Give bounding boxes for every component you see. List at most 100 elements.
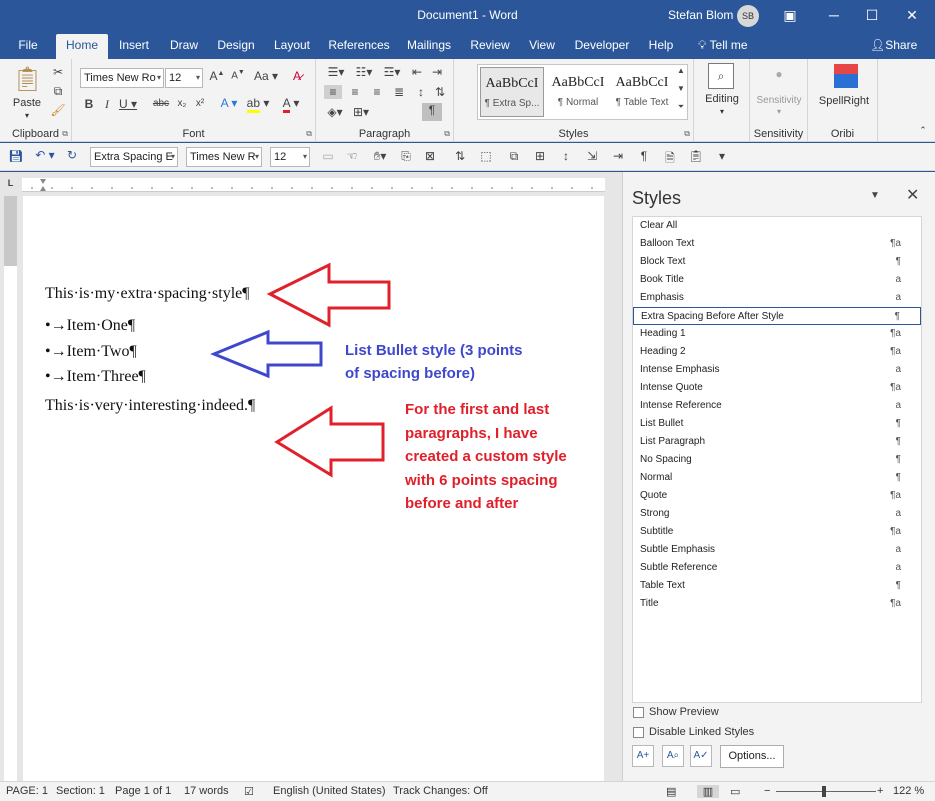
list-item[interactable]: •→Item·One¶: [45, 317, 135, 335]
show-preview-checkbox[interactable]: [633, 707, 644, 718]
shading-icon[interactable]: ◈▾: [324, 105, 346, 119]
paragraph-interesting[interactable]: This·is·very·interesting·indeed.¶: [45, 397, 255, 415]
style-list-item[interactable]: Extra Spacing Before After Style ¶: [633, 307, 921, 325]
spellright-button[interactable]: SpellRight: [808, 95, 880, 107]
change-case-icon[interactable]: Aa ▾: [252, 69, 280, 83]
style-list-item[interactable]: Emphasis a: [633, 289, 921, 307]
pane-options-icon[interactable]: ▼: [870, 190, 880, 201]
search-icon[interactable]: ⌕: [708, 63, 734, 89]
subscript-icon[interactable]: x₂: [174, 98, 190, 109]
style-list-item[interactable]: Normal ¶: [633, 469, 921, 487]
frame-icon[interactable]: ⬚: [478, 149, 494, 163]
close-button[interactable]: ✕: [890, 0, 934, 30]
tab-file[interactable]: File: [12, 36, 44, 59]
wrap-icon[interactable]: ⊠: [422, 149, 438, 163]
justify-icon[interactable]: ≣: [390, 85, 408, 99]
web-layout-icon[interactable]: ▭: [730, 785, 740, 798]
tab-help[interactable]: Help: [643, 36, 679, 59]
style-list-item[interactable]: Intense Quote ¶a: [633, 379, 921, 397]
style-list-item[interactable]: Quote ¶a: [633, 487, 921, 505]
zoom-slider[interactable]: [776, 791, 876, 792]
gallery-down-icon[interactable]: ▼: [675, 84, 687, 93]
touch-mode-icon[interactable]: ☜: [344, 149, 360, 163]
bullets-icon[interactable]: ☰▾: [324, 65, 348, 79]
style-list-item[interactable]: Intense Emphasis a: [633, 361, 921, 379]
style-list-item[interactable]: Book Title a: [633, 271, 921, 289]
page-icon[interactable]: ▭: [320, 149, 336, 163]
zoom-in-icon[interactable]: +: [877, 785, 883, 797]
underline-icon[interactable]: U ▾: [118, 97, 138, 111]
editing-button[interactable]: Editing: [696, 93, 748, 105]
copy-format-icon[interactable]: ⧉: [506, 149, 522, 164]
paragraph-launcher-icon[interactable]: ⧉: [444, 129, 450, 139]
tab-home[interactable]: Home: [56, 34, 108, 59]
zoom-level[interactable]: 122 %: [893, 785, 924, 797]
sort-icon[interactable]: ⇅: [452, 149, 468, 163]
new-style-icon[interactable]: A+: [632, 745, 654, 767]
share-button[interactable]: 👤︎Share: [870, 38, 917, 52]
list-item[interactable]: •→Item·Three¶: [45, 368, 146, 386]
shrink-font-icon[interactable]: A▼: [228, 69, 248, 81]
sensitivity-button[interactable]: Sensitivity: [750, 95, 808, 106]
customize-qat-icon[interactable]: ▾: [714, 149, 730, 163]
style-list-item[interactable]: Balloon Text ¶a: [633, 235, 921, 253]
grow-font-icon[interactable]: A▲: [207, 69, 227, 83]
format-painter-icon[interactable]: 🖌︎: [50, 103, 66, 117]
line-spacing-icon[interactable]: ↕: [412, 85, 430, 99]
horizontal-ruler[interactable]: [22, 178, 605, 192]
save-icon[interactable]: 💾︎: [8, 149, 24, 163]
paste-icon[interactable]: 📋︎: [688, 149, 704, 163]
numbering-icon[interactable]: ☷▾: [352, 65, 376, 79]
qat-font-combo[interactable]: Times New R ▾: [186, 147, 262, 167]
align-left-icon[interactable]: ≡: [324, 85, 342, 99]
tab-developer[interactable]: Developer: [571, 36, 633, 59]
status-page-of[interactable]: Page 1 of 1: [115, 785, 171, 797]
user-name[interactable]: Stefan Blom: [668, 8, 733, 22]
maximize-button[interactable]: ☐: [850, 0, 894, 30]
undo-icon[interactable]: ↶ ▾: [32, 148, 58, 162]
focus-mode-icon[interactable]: ▤: [666, 785, 676, 798]
status-section[interactable]: Section: 1: [56, 785, 105, 797]
chevron-down-icon[interactable]: ▾: [196, 69, 200, 87]
status-track-changes[interactable]: Track Changes: Off: [393, 785, 488, 797]
clip-icon[interactable]: ⎘: [398, 149, 414, 164]
grid-icon[interactable]: ⊞: [532, 149, 548, 163]
qat-style-combo[interactable]: Extra Spacing E ▾: [90, 147, 178, 167]
tab-insert[interactable]: Insert: [113, 36, 155, 59]
style-gallery-item[interactable]: AaBbCcI ¶ Extra Sp...: [480, 67, 544, 117]
document-page[interactable]: This·is·my·extra·spacing·style¶ •→Item·O…: [23, 196, 604, 781]
borders-icon[interactable]: ⊞▾: [350, 105, 372, 119]
align-center-icon[interactable]: ≡: [346, 85, 364, 99]
vertical-ruler[interactable]: [4, 196, 17, 781]
superscript-icon[interactable]: x²: [192, 98, 208, 109]
gallery-more-icon[interactable]: ⏷: [675, 102, 687, 112]
pointer-icon[interactable]: ✋︎▾: [368, 149, 392, 164]
font-launcher-icon[interactable]: ⧉: [306, 129, 312, 139]
pilcrow-icon[interactable]: ¶: [636, 149, 652, 163]
chevron-down-icon[interactable]: ▾: [157, 69, 161, 87]
status-language[interactable]: English (United States): [273, 785, 386, 797]
zoom-slider-thumb[interactable]: [822, 786, 826, 797]
document-icon[interactable]: 🗎︎: [662, 149, 678, 170]
style-gallery-item[interactable]: AaBbCcI ¶ Normal: [546, 67, 610, 117]
style-list-item[interactable]: List Bullet ¶: [633, 415, 921, 433]
show-formatting-icon[interactable]: ¶: [422, 103, 442, 121]
collapse-ribbon-icon[interactable]: ⌃: [916, 125, 930, 136]
chevron-down-icon[interactable]: ▾: [303, 148, 307, 166]
style-list-item[interactable]: Block Text ¶: [633, 253, 921, 271]
style-list[interactable]: Clear All Balloon Text ¶a Block Text ¶ Book T…: [632, 216, 922, 703]
zoom-out-icon[interactable]: −: [764, 785, 770, 797]
style-list-item[interactable]: List Paragraph ¶: [633, 433, 921, 451]
increase-indent-icon[interactable]: ⇥: [428, 65, 446, 79]
chevron-down-icon[interactable]: ▾: [696, 107, 748, 116]
strikethrough-icon[interactable]: abc: [150, 98, 172, 109]
tab-review[interactable]: Review: [466, 36, 514, 59]
tell-me-search[interactable]: 💡︎ Tell me: [698, 38, 748, 53]
close-icon[interactable]: ✕: [906, 185, 919, 205]
clear-formatting-icon[interactable]: A̷: [288, 69, 306, 83]
qat-size-combo[interactable]: 12 ▾: [270, 147, 310, 167]
font-color-icon[interactable]: A ▾: [278, 96, 304, 113]
decrease-indent-icon[interactable]: ⇤: [408, 65, 426, 79]
paste-icon[interactable]: 📋︎: [12, 65, 42, 94]
tab-design[interactable]: Design: [213, 36, 259, 59]
